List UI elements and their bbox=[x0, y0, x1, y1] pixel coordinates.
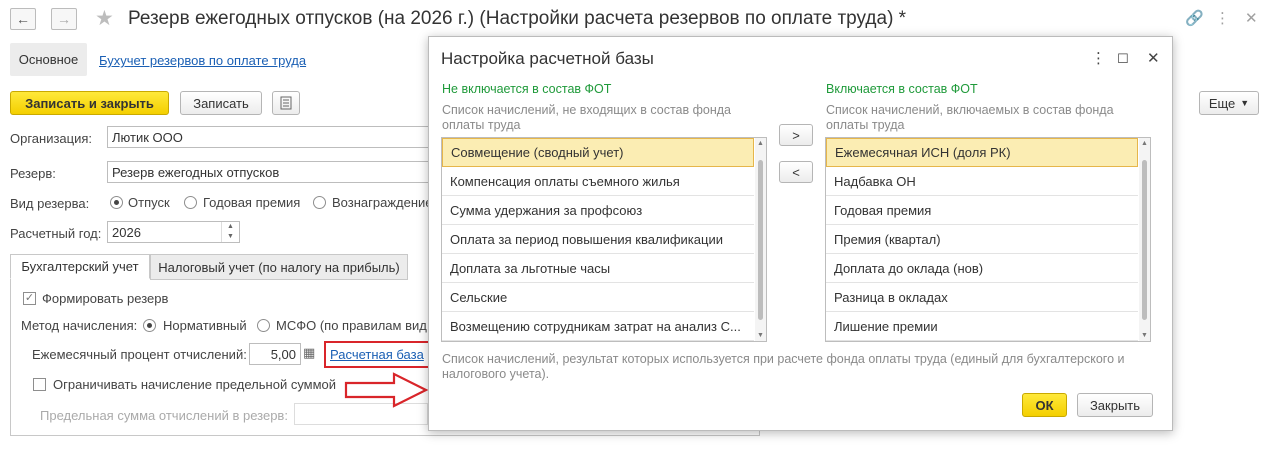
ok-button[interactable]: ОК bbox=[1022, 393, 1067, 417]
reserve-type-label: Вид резерва: bbox=[10, 196, 90, 211]
more-button[interactable]: Еще ▼ bbox=[1199, 91, 1259, 115]
radio-annual-bonus-label: Годовая премия bbox=[203, 195, 301, 210]
document-list-button[interactable] bbox=[272, 91, 300, 115]
dialog-close-label: Закрыть bbox=[1089, 397, 1141, 413]
document-list-icon bbox=[280, 96, 292, 110]
monthly-percent-field[interactable]: 5,00 bbox=[249, 343, 301, 365]
list-item[interactable]: Доплата за льготные часы bbox=[442, 254, 754, 283]
scroll-thumb[interactable] bbox=[758, 160, 763, 320]
ok-label: ОК bbox=[1035, 397, 1054, 413]
monthly-percent-value: 5,00 bbox=[270, 347, 296, 362]
form-reserve-label: Формировать резерв bbox=[42, 291, 169, 306]
radio-vacation[interactable] bbox=[110, 196, 123, 209]
radio-ifrs[interactable] bbox=[257, 319, 270, 332]
calculation-base-link[interactable]: Расчетная база bbox=[330, 347, 424, 362]
arrow-right-icon: → bbox=[57, 11, 71, 27]
right-list-header: Включается в состав ФОТ bbox=[826, 82, 978, 96]
radio-annual-bonus[interactable] bbox=[184, 196, 197, 209]
radio-normative-label: Нормативный bbox=[163, 318, 247, 333]
tab-tax[interactable]: Налоговый учет (по налогу на прибыль) bbox=[150, 254, 408, 280]
maximize-icon[interactable]: ☐ bbox=[1117, 51, 1129, 67]
list-item[interactable]: Сумма удержания за профсоюз bbox=[442, 196, 754, 225]
right-scrollbar[interactable]: ▲ ▼ bbox=[1139, 138, 1150, 341]
organization-label: Организация: bbox=[10, 131, 93, 146]
list-item[interactable]: Совмещение (сводный учет) bbox=[442, 138, 754, 167]
dialog-title: Настройка расчетной базы bbox=[441, 49, 654, 68]
back-button[interactable]: ← bbox=[10, 8, 36, 30]
list-item[interactable]: Доплата до оклада (нов) bbox=[826, 254, 1138, 283]
calculation-base-dialog: Настройка расчетной базы ⋮ ☐ ✕ Не включа… bbox=[428, 36, 1173, 431]
tab-tax-label: Налоговый учет (по налогу на прибыль) bbox=[158, 259, 400, 275]
tab-main[interactable]: Основное bbox=[10, 43, 87, 76]
save-button[interactable]: Записать bbox=[180, 91, 262, 115]
year-value: 2026 bbox=[112, 225, 141, 240]
arrow-left-icon: ← bbox=[16, 11, 30, 27]
limit-checkbox[interactable] bbox=[33, 378, 46, 391]
spin-down-icon: ▼ bbox=[227, 233, 234, 240]
list-item[interactable]: Годовая премия bbox=[826, 196, 1138, 225]
accounting-reserves-link[interactable]: Бухучет резервов по оплате труда bbox=[99, 53, 306, 68]
scroll-down-icon[interactable]: ▼ bbox=[1141, 332, 1148, 339]
radio-reward[interactable] bbox=[313, 196, 326, 209]
list-item[interactable]: Лишение премии bbox=[826, 312, 1138, 341]
scroll-up-icon[interactable]: ▲ bbox=[757, 140, 764, 147]
right-list-description: Список начислений, включаемых в состав ф… bbox=[826, 103, 1114, 132]
favorite-star-icon[interactable]: ★ bbox=[95, 6, 114, 31]
list-item[interactable]: Ежемесячная ИСН (доля РК) bbox=[826, 138, 1138, 167]
method-label: Метод начисления: bbox=[21, 318, 138, 333]
save-label: Записать bbox=[193, 95, 249, 111]
reserve-label: Резерв: bbox=[10, 166, 56, 181]
organization-field[interactable]: Лютик ООО bbox=[107, 126, 437, 148]
reserve-field[interactable]: Резерв ежегодных отпусков bbox=[107, 161, 437, 183]
save-and-close-label: Записать и закрыть bbox=[25, 95, 154, 111]
list-item[interactable]: Разница в окладах bbox=[826, 283, 1138, 312]
dialog-more-icon[interactable]: ⋮ bbox=[1091, 49, 1106, 67]
limit-sum-label: Предельная сумма отчислений в резерв: bbox=[40, 408, 288, 423]
link-icon[interactable]: 🔗 bbox=[1185, 9, 1204, 27]
radio-reward-label: Вознаграждение bbox=[332, 195, 428, 210]
dialog-close-button[interactable]: Закрыть bbox=[1077, 393, 1153, 417]
forward-button[interactable]: → bbox=[51, 8, 77, 30]
list-item[interactable]: Компенсация оплаты съемного жилья bbox=[442, 167, 754, 196]
calculator-icon[interactable]: ▦ bbox=[303, 345, 315, 361]
year-spinner[interactable]: ▲ ▼ bbox=[221, 222, 239, 242]
left-list-description: Список начислений, не входящих в состав … bbox=[442, 103, 731, 132]
radio-vacation-label: Отпуск bbox=[128, 195, 170, 210]
dialog-footer-note: Список начислений, результат которых исп… bbox=[442, 352, 1125, 381]
dialog-close-icon[interactable]: ✕ bbox=[1147, 49, 1160, 67]
limit-label: Ограничивать начисление предельной суммо… bbox=[53, 377, 337, 392]
move-right-label: > bbox=[792, 127, 800, 143]
tab-accounting-label: Бухгалтерский учет bbox=[21, 259, 139, 274]
move-right-button[interactable]: > bbox=[779, 124, 813, 146]
move-left-label: < bbox=[792, 164, 800, 180]
save-and-close-button[interactable]: Записать и закрыть bbox=[10, 91, 169, 115]
list-item[interactable]: Сельские bbox=[442, 283, 754, 312]
spin-up-icon: ▲ bbox=[227, 223, 234, 230]
tab-main-label: Основное bbox=[18, 52, 79, 67]
close-icon[interactable]: ✕ bbox=[1245, 9, 1258, 27]
list-item[interactable]: Оплата за период повышения квалификации bbox=[442, 225, 754, 254]
more-vertical-icon[interactable]: ⋮ bbox=[1215, 9, 1230, 27]
radio-ifrs-label: МСФО (по правилам вид bbox=[276, 318, 427, 333]
left-scrollbar[interactable]: ▲ ▼ bbox=[755, 138, 766, 341]
tab-accounting[interactable]: Бухгалтерский учет bbox=[10, 254, 150, 279]
list-item[interactable]: Надбавка ОН bbox=[826, 167, 1138, 196]
dropdown-caret-icon: ▼ bbox=[1240, 98, 1250, 108]
red-arrow-icon bbox=[344, 372, 429, 408]
form-reserve-checkbox[interactable]: ✓ bbox=[23, 292, 36, 305]
excluded-list[interactable]: Совмещение (сводный учет) Компенсация оп… bbox=[441, 137, 767, 342]
scroll-up-icon[interactable]: ▲ bbox=[1141, 140, 1148, 147]
window-title: Резерв ежегодных отпусков (на 2026 г.) (… bbox=[128, 8, 907, 29]
monthly-percent-label: Ежемесячный процент отчислений: bbox=[32, 347, 247, 362]
left-list-header: Не включается в состав ФОТ bbox=[442, 82, 612, 96]
radio-normative[interactable] bbox=[143, 319, 156, 332]
included-list[interactable]: Ежемесячная ИСН (доля РК) Надбавка ОН Го… bbox=[825, 137, 1151, 342]
more-label: Еще bbox=[1208, 95, 1236, 111]
year-label: Расчетный год: bbox=[10, 226, 102, 241]
list-item[interactable]: Возмещению сотрудникам затрат на анализ … bbox=[442, 312, 754, 341]
scroll-down-icon[interactable]: ▼ bbox=[757, 332, 764, 339]
list-item[interactable]: Премия (квартал) bbox=[826, 225, 1138, 254]
move-left-button[interactable]: < bbox=[779, 161, 813, 183]
scroll-thumb[interactable] bbox=[1142, 160, 1147, 320]
